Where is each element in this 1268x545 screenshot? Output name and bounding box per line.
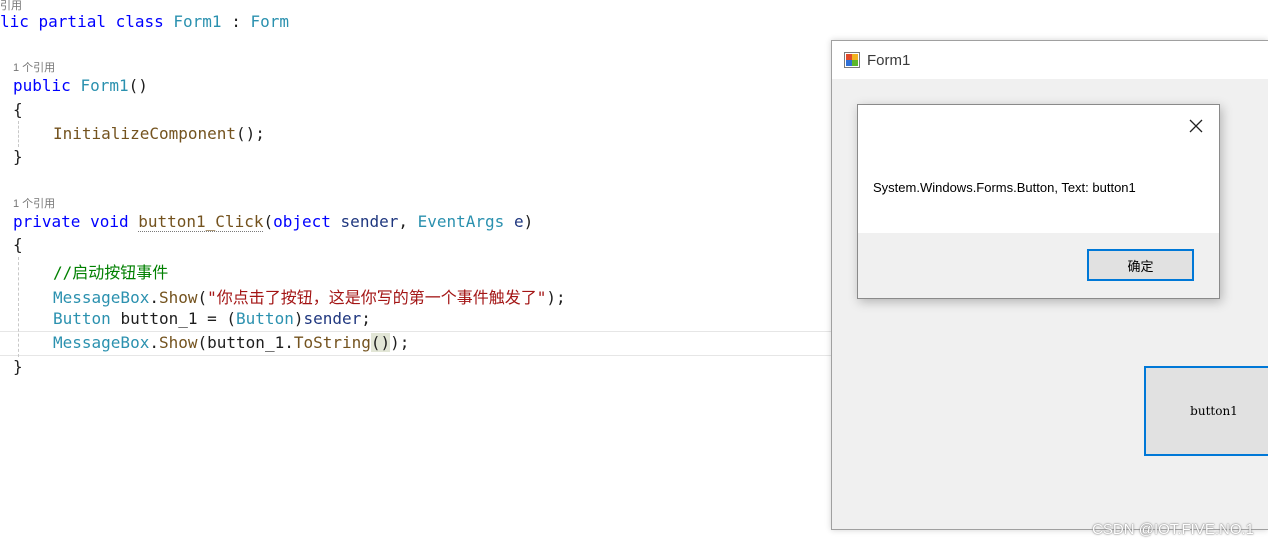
codelens-references[interactable]: 1 个引用 xyxy=(13,59,55,75)
watermark: CSDN @IOT.FIVE.NO.1 xyxy=(1092,521,1254,538)
code-line-close-brace: } xyxy=(13,147,23,166)
code-line-handler-signature: private void button1_Click(object sender… xyxy=(13,212,534,232)
close-button[interactable] xyxy=(1185,115,1207,137)
indent-guide xyxy=(18,121,19,147)
code-line-messagebox-1: MessageBox.Show("你点击了按钮，这是你写的第一个事件触发了"); xyxy=(53,288,566,307)
code-line-comment: //启动按钮事件 xyxy=(53,263,169,282)
button1[interactable]: button1 xyxy=(1144,366,1268,456)
code-line-class-declaration: lic partial class Form1 : Form xyxy=(0,12,289,31)
message-text: System.Windows.Forms.Button, Text: butto… xyxy=(873,180,1136,195)
code-line-constructor: public Form1() xyxy=(13,76,148,95)
code-line-messagebox-2: MessageBox.Show(button_1.ToString()); xyxy=(53,333,410,352)
form1-titlebar[interactable]: Form1 xyxy=(832,41,1268,79)
code-line-initialize: InitializeComponent(); xyxy=(53,124,265,143)
code-line-open-brace: { xyxy=(13,235,23,254)
code-line-close-brace: } xyxy=(13,357,23,376)
form1-title: Form1 xyxy=(867,52,911,69)
indent-guide xyxy=(18,257,19,357)
code-line-cast: Button button_1 = (Button)sender; xyxy=(53,309,371,328)
message-box-dialog: System.Windows.Forms.Button, Text: butto… xyxy=(857,104,1220,299)
code-line-open-brace: { xyxy=(13,100,23,119)
close-icon xyxy=(1189,119,1203,133)
codelens-references[interactable]: 1 个引用 xyxy=(13,195,55,211)
ok-button[interactable]: 确定 xyxy=(1087,249,1194,281)
winforms-app-icon xyxy=(844,52,860,68)
message-box-footer: 确定 xyxy=(858,233,1219,298)
